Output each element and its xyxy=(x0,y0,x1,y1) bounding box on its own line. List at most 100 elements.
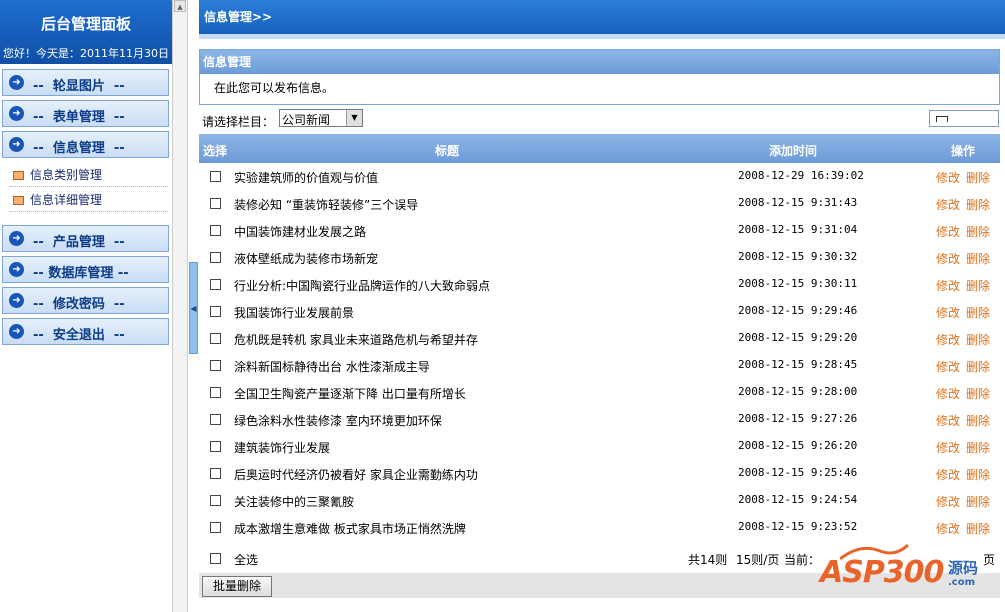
delete-link[interactable]: 删除 xyxy=(966,196,990,213)
row-checkbox[interactable] xyxy=(210,495,221,506)
delete-link[interactable]: 删除 xyxy=(966,304,990,321)
delete-link[interactable]: 删除 xyxy=(966,520,990,537)
delete-link[interactable]: 删除 xyxy=(966,169,990,186)
table-header: 选择 标题 添加时间 操作 xyxy=(199,134,1000,163)
edit-link[interactable]: 修改 xyxy=(936,412,960,429)
menu-product-management[interactable]: ➜ -- 产品管理 -- xyxy=(2,225,169,252)
edit-link[interactable]: 修改 xyxy=(936,304,960,321)
delete-link[interactable]: 删除 xyxy=(966,358,990,375)
input-glyph-icon xyxy=(936,116,948,122)
delete-link[interactable]: 删除 xyxy=(966,466,990,483)
table-row: 装修必知 “重装饰轻装修”三个误导 2008-12-15 9:31:43 修改 删除 xyxy=(199,190,1000,217)
table-row: 实验建筑师的价值观与价值 2008-12-29 16:39:02 修改 删除 xyxy=(199,163,1000,190)
delete-link[interactable]: 删除 xyxy=(966,331,990,348)
delete-link[interactable]: 删除 xyxy=(966,412,990,429)
table-row: 危机既是转机 家具业未来道路危机与希望并存 2008-12-15 9:29:20 修… xyxy=(199,325,1000,352)
row-checkbox[interactable] xyxy=(210,522,221,533)
row-time: 2008-12-15 9:28:45 xyxy=(738,358,858,371)
menu-label: -- 表单管理 -- xyxy=(33,110,125,125)
menu-form-management[interactable]: ➜ -- 表单管理 -- xyxy=(2,100,169,127)
edit-link[interactable]: 修改 xyxy=(936,520,960,537)
edit-link[interactable]: 修改 xyxy=(936,439,960,456)
table-row: 成本激增生意难做 板式家具市场正悄然洗牌 2008-12-15 9:23:52 修改… xyxy=(199,514,1000,541)
row-title[interactable]: 涂料新国标静待出台 水性漆渐成主导 xyxy=(234,358,430,375)
menu-change-password[interactable]: ➜ -- 修改密码 -- xyxy=(2,287,169,314)
menu-logout[interactable]: ➜ -- 安全退出 -- xyxy=(2,318,169,345)
row-checkbox[interactable] xyxy=(210,360,221,371)
row-time: 2008-12-15 9:28:00 xyxy=(738,385,858,398)
edit-link[interactable]: 修改 xyxy=(936,196,960,213)
search-input[interactable] xyxy=(929,110,999,127)
row-time: 2008-12-15 9:26:20 xyxy=(738,439,858,452)
row-checkbox[interactable] xyxy=(210,279,221,290)
row-checkbox[interactable] xyxy=(210,441,221,452)
row-time: 2008-12-15 9:29:46 xyxy=(738,304,858,317)
menu-info-management[interactable]: ➜ -- 信息管理 -- xyxy=(2,131,169,158)
select-all-checkbox[interactable] xyxy=(210,553,221,564)
row-title[interactable]: 建筑装饰行业发展 xyxy=(234,439,330,456)
top-strip xyxy=(199,34,1005,39)
col-title: 标题 xyxy=(435,144,460,158)
col-time: 添加时间 xyxy=(769,144,818,158)
delete-link[interactable]: 删除 xyxy=(966,439,990,456)
row-title[interactable]: 绿色涂料水性装修漆 室内环境更加环保 xyxy=(234,412,442,429)
edit-link[interactable]: 修改 xyxy=(936,331,960,348)
submenu-info-detail[interactable]: 信息详细管理 xyxy=(13,191,102,211)
row-checkbox[interactable] xyxy=(210,333,221,344)
edit-link[interactable]: 修改 xyxy=(936,385,960,402)
row-title[interactable]: 我国装饰行业发展前景 xyxy=(234,304,354,321)
submenu-label: 信息详细管理 xyxy=(30,193,103,207)
edit-link[interactable]: 修改 xyxy=(936,277,960,294)
sidebar-scrollbar[interactable]: ▲ xyxy=(172,0,188,612)
edit-link[interactable]: 修改 xyxy=(936,466,960,483)
menu-database-management[interactable]: ➜ -- 数据库管理 -- xyxy=(2,256,169,283)
edit-link[interactable]: 修改 xyxy=(936,169,960,186)
info-panel-title: 信息管理 xyxy=(200,50,999,74)
submenu-label: 信息类别管理 xyxy=(30,168,103,182)
row-checkbox[interactable] xyxy=(210,306,221,317)
row-title[interactable]: 液体壁纸成为装修市场新宠 xyxy=(234,250,378,267)
menu-carousel-images[interactable]: ➜ -- 轮显图片 -- xyxy=(2,69,169,96)
row-title[interactable]: 行业分析:中国陶瓷行业品牌运作的八大致命弱点 xyxy=(234,277,490,294)
sidebar-title: 后台管理面板 xyxy=(40,15,131,33)
sidebar-header: 后台管理面板 您好！今天是：2011年11月30日 xyxy=(0,0,172,64)
row-title[interactable]: 装修必知 “重装饰轻装修”三个误导 xyxy=(234,196,418,213)
row-checkbox[interactable] xyxy=(210,171,221,182)
row-title[interactable]: 关注装修中的三聚氰胺 xyxy=(234,493,354,510)
table-row: 关注装修中的三聚氰胺 2008-12-15 9:24:54 修改 删除 xyxy=(199,487,1000,514)
collapse-sidebar-handle[interactable]: ◀ xyxy=(189,262,198,354)
edit-link[interactable]: 修改 xyxy=(936,223,960,240)
top-bar: 信息管理>> xyxy=(199,0,1005,34)
pager-current: 当前： xyxy=(784,553,821,567)
col-action: 操作 xyxy=(951,144,976,158)
submenu-info-category[interactable]: 信息类别管理 xyxy=(13,166,102,186)
row-checkbox[interactable] xyxy=(210,198,221,209)
row-title[interactable]: 中国装饰建材业发展之路 xyxy=(234,223,366,240)
row-checkbox[interactable] xyxy=(210,225,221,236)
category-select[interactable]: 公司新闻 ▼ xyxy=(279,109,363,127)
row-title[interactable]: 成本激增生意难做 板式家具市场正悄然洗牌 xyxy=(234,520,466,537)
delete-link[interactable]: 删除 xyxy=(966,250,990,267)
row-title[interactable]: 实验建筑师的价值观与价值 xyxy=(234,169,378,186)
row-checkbox[interactable] xyxy=(210,414,221,425)
row-title[interactable]: 后奥运时代经济仍被看好 家具企业需勤练内功 xyxy=(234,466,478,483)
chevron-down-icon[interactable]: ▼ xyxy=(346,110,362,126)
row-title[interactable]: 全国卫生陶瓷产量逐渐下降 出口量有所增长 xyxy=(234,385,466,402)
row-time: 2008-12-15 9:31:04 xyxy=(738,223,858,236)
scroll-up-icon[interactable]: ▲ xyxy=(174,0,186,12)
delete-link[interactable]: 删除 xyxy=(966,277,990,294)
row-checkbox[interactable] xyxy=(210,387,221,398)
edit-link[interactable]: 修改 xyxy=(936,493,960,510)
row-checkbox[interactable] xyxy=(210,468,221,479)
delete-link[interactable]: 删除 xyxy=(966,493,990,510)
table-row: 涂料新国标静待出台 水性漆渐成主导 2008-12-15 9:28:45 修改 删除 xyxy=(199,352,1000,379)
delete-link[interactable]: 删除 xyxy=(966,385,990,402)
delete-link[interactable]: 删除 xyxy=(966,223,990,240)
edit-link[interactable]: 修改 xyxy=(936,250,960,267)
logo-cn: 源码 xyxy=(948,559,979,577)
row-checkbox[interactable] xyxy=(210,252,221,263)
folder-icon xyxy=(13,196,24,205)
row-title[interactable]: 危机既是转机 家具业未来道路危机与希望并存 xyxy=(234,331,478,348)
batch-delete-button[interactable]: 批量删除 xyxy=(202,576,272,597)
edit-link[interactable]: 修改 xyxy=(936,358,960,375)
